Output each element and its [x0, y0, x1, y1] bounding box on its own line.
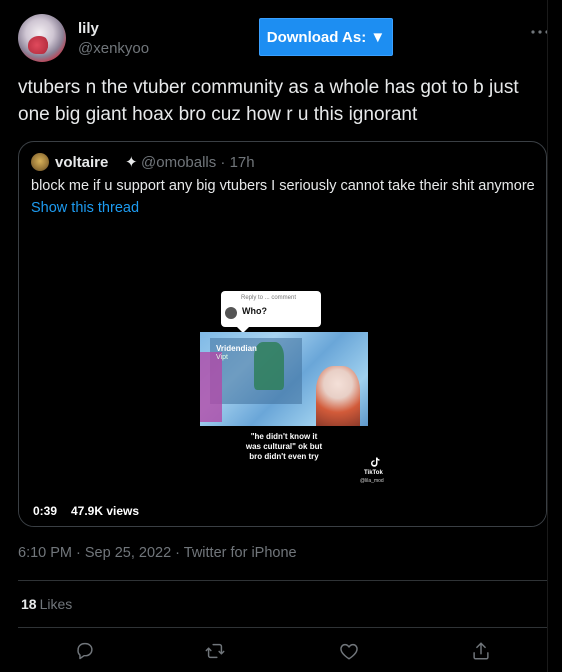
game-character — [254, 342, 284, 390]
show-thread-link[interactable]: Show this thread — [31, 200, 139, 216]
sparkle-icon: ✦ — [125, 154, 138, 171]
video-duration: 0:39 — [33, 504, 58, 518]
tweet-detail: lily @xenkyoo Download As: ▼ vtubers n t… — [0, 0, 549, 672]
quoted-author-name[interactable]: voltaire — [55, 154, 108, 171]
tweet-header: lily @xenkyoo Download As: ▼ — [18, 14, 549, 66]
vtuber-avatar — [316, 366, 360, 426]
likes-count: 18 — [21, 596, 37, 612]
likes-stat[interactable]: 18 Likes — [21, 596, 72, 612]
game-ui-sidebar — [200, 352, 222, 422]
video-caption: "he didn't know it was cultural" ok but … — [245, 432, 323, 461]
tiktok-label: TikTok — [364, 470, 383, 476]
quoted-author-handle-time: @omoballs · 17h — [141, 154, 255, 171]
scrollbar[interactable] — [547, 0, 562, 672]
video-frame: Vridendian Vipt — [200, 332, 368, 426]
reply-bubble-text: Who? — [242, 306, 267, 316]
divider — [18, 627, 547, 628]
video-player[interactable]: Reply to ... comment Who? Vridendian Vip… — [19, 220, 546, 526]
reply-icon[interactable] — [74, 640, 96, 662]
tiktok-username: @lila_mod — [360, 478, 384, 484]
frame-subtitle: Vipt — [216, 354, 228, 361]
likes-label: Likes — [39, 596, 73, 612]
share-icon[interactable] — [470, 640, 492, 662]
quoted-tweet[interactable]: voltaire ✦ @omoballs · 17h block me if u… — [18, 141, 547, 527]
author-handle[interactable]: @xenkyoo — [78, 40, 149, 57]
tweet-timestamp[interactable]: 6:10 PM · Sep 25, 2022 · Twitter for iPh… — [18, 545, 297, 561]
video-views: 47.9K views — [71, 504, 140, 518]
tiktok-reply-bubble: Reply to ... comment Who? — [221, 291, 321, 333]
author-name[interactable]: lily — [78, 20, 99, 37]
like-icon[interactable] — [338, 640, 360, 662]
quoted-tweet-text: block me if u support any big vtubers I … — [31, 178, 535, 194]
retweet-icon[interactable] — [204, 640, 226, 662]
reply-bubble-caption: Reply to ... comment — [241, 295, 297, 301]
download-as-button[interactable]: Download As: ▼ — [259, 18, 393, 56]
action-bar — [18, 640, 547, 662]
tiktok-icon — [371, 457, 380, 467]
tweet-text: vtubers n the vtuber community as a whol… — [18, 77, 519, 125]
reply-bubble-avatar — [225, 307, 237, 319]
quoted-author-avatar[interactable] — [31, 153, 49, 171]
author-avatar[interactable] — [18, 14, 66, 62]
frame-title: Vridendian — [216, 344, 257, 353]
divider — [18, 580, 547, 581]
